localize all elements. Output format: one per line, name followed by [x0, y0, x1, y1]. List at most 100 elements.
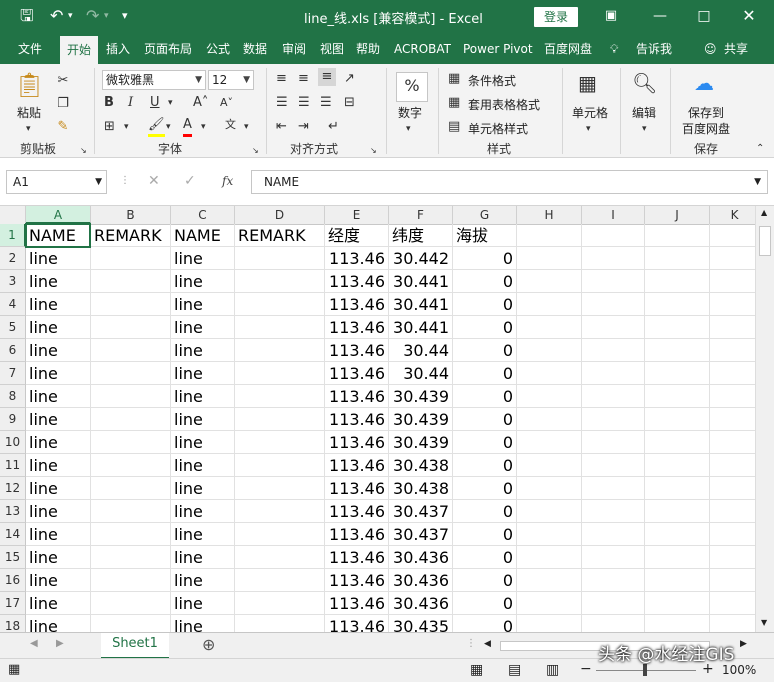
cell[interactable]: 海拔	[453, 224, 517, 247]
cell[interactable]	[91, 247, 171, 270]
row-header[interactable]: 13	[0, 500, 26, 523]
row-header[interactable]: 14	[0, 523, 26, 546]
cell[interactable]: line	[171, 569, 235, 592]
cell[interactable]: 0	[453, 546, 517, 569]
cell[interactable]	[645, 454, 710, 477]
cell[interactable]: line	[171, 362, 235, 385]
cell[interactable]: 30.441	[389, 293, 453, 316]
cell[interactable]	[582, 408, 645, 431]
enter-icon[interactable]: ✓	[184, 173, 196, 189]
row-header[interactable]: 17	[0, 592, 26, 615]
scroll-up-icon[interactable]: ▲	[761, 208, 767, 217]
share-button[interactable]: 共享	[724, 34, 748, 64]
cell[interactable]	[645, 224, 710, 247]
cell[interactable]: line	[171, 477, 235, 500]
cell[interactable]: line	[171, 592, 235, 615]
cell[interactable]	[710, 339, 755, 362]
cell[interactable]: 0	[453, 454, 517, 477]
cell[interactable]: line	[26, 454, 91, 477]
cell[interactable]: line	[171, 546, 235, 569]
cell[interactable]	[517, 500, 582, 523]
row-header[interactable]: 15	[0, 546, 26, 569]
cell[interactable]	[91, 431, 171, 454]
redo-dropdown-icon[interactable]: ▾	[104, 6, 109, 26]
cell[interactable]	[235, 546, 325, 569]
zoom-out-icon[interactable]: −	[580, 661, 592, 677]
cell[interactable]: 0	[453, 293, 517, 316]
cell[interactable]: 30.441	[389, 270, 453, 293]
cell[interactable]: 30.436	[389, 569, 453, 592]
increase-indent-icon[interactable]: ⇥	[298, 118, 309, 136]
cell[interactable]: 113.46	[325, 454, 389, 477]
cell[interactable]: 113.46	[325, 431, 389, 454]
cells-icon[interactable]: ▦	[578, 70, 597, 96]
conditional-format-icon[interactable]: ▦	[448, 70, 460, 88]
cell[interactable]: line	[171, 385, 235, 408]
cell[interactable]: line	[171, 339, 235, 362]
cell[interactable]	[710, 500, 755, 523]
cell[interactable]: line	[26, 431, 91, 454]
tab-power-pivot[interactable]: Power Pivot	[463, 34, 533, 64]
align-bottom-icon[interactable]: ≡	[318, 68, 336, 86]
cell[interactable]: 113.46	[325, 247, 389, 270]
cell[interactable]: 0	[453, 385, 517, 408]
paste-dropdown-icon[interactable]: ▾	[26, 120, 31, 138]
tab-data[interactable]: 数据	[243, 34, 267, 64]
cell[interactable]: line	[26, 477, 91, 500]
orientation-icon[interactable]: ↗	[344, 70, 355, 88]
cell[interactable]: 113.46	[325, 339, 389, 362]
cell[interactable]: 30.439	[389, 385, 453, 408]
column-header-d[interactable]: D	[235, 206, 325, 224]
cell[interactable]: line	[171, 293, 235, 316]
minimize-icon[interactable]: —	[647, 4, 673, 28]
cell[interactable]	[235, 270, 325, 293]
cell[interactable]: 113.46	[325, 385, 389, 408]
decrease-font-icon[interactable]: A˅	[220, 94, 233, 112]
customize-toolbar-icon[interactable]: ▾	[122, 6, 128, 26]
cell[interactable]: 0	[453, 523, 517, 546]
cell[interactable]	[91, 569, 171, 592]
cells-dropdown-icon[interactable]: ▾	[586, 120, 591, 138]
search-icon[interactable]: 🔍︎	[632, 70, 657, 96]
cell[interactable]	[582, 316, 645, 339]
cell[interactable]: 30.437	[389, 500, 453, 523]
tab-baidu-netdisk[interactable]: 百度网盘	[544, 34, 592, 64]
cell[interactable]: 113.46	[325, 546, 389, 569]
cell[interactable]	[645, 477, 710, 500]
row-header[interactable]: 8	[0, 385, 26, 408]
formula-input[interactable]: NAME ▼	[251, 170, 768, 194]
select-all-corner[interactable]	[0, 206, 26, 224]
cell[interactable]: 30.438	[389, 454, 453, 477]
cell[interactable]	[235, 523, 325, 546]
scroll-left-icon[interactable]: ◀	[484, 639, 491, 649]
cell[interactable]	[582, 431, 645, 454]
cell[interactable]	[235, 477, 325, 500]
tab-review[interactable]: 审阅	[282, 34, 306, 64]
save-to-line2[interactable]: 百度网盘	[682, 120, 730, 137]
cell[interactable]	[582, 523, 645, 546]
cell[interactable]	[710, 546, 755, 569]
row-header[interactable]: 6	[0, 339, 26, 362]
cell[interactable]	[91, 362, 171, 385]
cell[interactable]: 113.46	[325, 615, 389, 632]
cell[interactable]	[517, 339, 582, 362]
percent-icon[interactable]: %	[396, 72, 428, 102]
maximize-icon[interactable]: □	[691, 4, 717, 28]
save-icon[interactable]: 🖫	[20, 6, 34, 26]
cell[interactable]: line	[171, 247, 235, 270]
cell[interactable]: 113.46	[325, 500, 389, 523]
cell[interactable]: 0	[453, 316, 517, 339]
cell[interactable]	[710, 408, 755, 431]
sheet-tab-sheet1[interactable]: Sheet1	[101, 633, 169, 659]
cell[interactable]: 113.46	[325, 523, 389, 546]
save-to-line1[interactable]: 保存到	[688, 104, 724, 121]
cell[interactable]	[645, 293, 710, 316]
cell[interactable]: 113.46	[325, 569, 389, 592]
cell[interactable]	[517, 224, 582, 247]
cell[interactable]	[235, 569, 325, 592]
cell[interactable]: 0	[453, 431, 517, 454]
cell[interactable]	[235, 454, 325, 477]
cell[interactable]	[645, 569, 710, 592]
tab-split-icon[interactable]: ⋮	[466, 638, 476, 649]
format-table-icon[interactable]: ▦	[448, 94, 460, 112]
